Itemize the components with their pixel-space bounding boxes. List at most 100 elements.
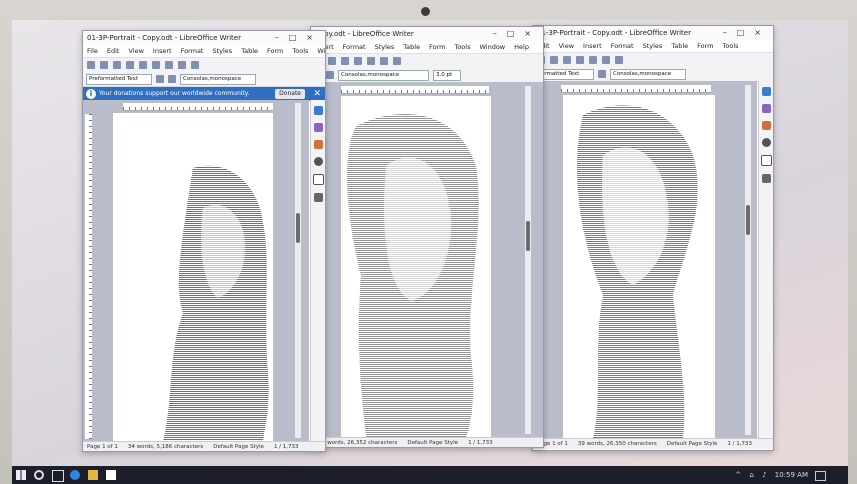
status-page[interactable]: Page 1 of 1 [87,444,118,450]
window-titlebar[interactable]: 01-3P-Portrait - Copy.odt - LibreOffice … [533,26,773,40]
gallery-icon[interactable] [761,121,771,130]
window-titlebar[interactable]: 01-3P-Portrait - Copy.odt - LibreOffice … [83,31,325,45]
menu-tools[interactable]: Tools [292,47,308,55]
print-icon[interactable] [139,61,147,69]
font-name-combo[interactable]: Consolas,monospace [610,68,686,80]
pdf-icon[interactable] [126,61,134,69]
document-page[interactable] [113,113,273,441]
menu-window[interactable]: Window [317,47,325,55]
menu-form[interactable]: Form [267,47,283,55]
file-explorer-icon[interactable] [88,470,98,480]
search-icon[interactable] [34,470,44,480]
status-words[interactable]: 253 words, 26,352 characters [315,440,397,446]
clock[interactable]: 10:59 AM [775,471,808,479]
menu-file[interactable]: File [87,47,98,55]
volume-icon[interactable]: ♪ [762,471,766,479]
print-icon[interactable] [341,57,349,65]
paragraph-style-combo[interactable]: Preformatted Text [86,73,152,85]
menu-edit[interactable]: Edit [107,47,120,55]
print-icon[interactable] [576,56,584,64]
copy-icon[interactable] [602,56,610,64]
writer-window-right[interactable]: 01-3P-Portrait - Copy.odt - LibreOffice … [532,25,774,451]
new-style-icon[interactable] [168,75,176,83]
vertical-scrollbar[interactable] [525,86,531,434]
properties-icon[interactable] [313,106,323,115]
menu-item[interactable]: Format [611,42,634,50]
status-words[interactable]: 34 words, 5,186 characters [128,444,203,450]
pdf-icon[interactable] [328,57,336,65]
window-controls[interactable]: –□× [493,27,541,41]
menu-item[interactable]: Form [429,43,445,51]
copy-icon[interactable] [165,61,173,69]
new-style-icon[interactable] [326,71,334,79]
paste-icon[interactable] [178,61,186,69]
gallery-icon[interactable] [313,140,323,149]
copy-icon[interactable] [367,57,375,65]
menu-item[interactable]: Tools [723,42,739,50]
menu-item[interactable]: View [559,42,574,50]
paste-icon[interactable] [615,56,623,64]
menu-item[interactable]: Tools [454,43,470,51]
font-name-combo[interactable]: Consolas,monospace [338,69,429,81]
page-icon[interactable] [760,155,772,166]
writer-window-left[interactable]: 01-3P-Portrait - Copy.odt - LibreOffice … [82,30,326,452]
document-page[interactable] [341,96,491,437]
style-icon[interactable] [156,75,164,83]
menu-table[interactable]: Table [241,47,258,55]
menu-format[interactable]: Format [181,47,204,55]
menu-item[interactable]: Window [479,43,505,51]
font-name-combo[interactable]: Consolas,monospace [180,73,256,85]
edge-icon[interactable] [70,470,80,480]
manage-changes-icon[interactable] [761,174,771,183]
properties-icon[interactable] [761,87,771,96]
vertical-scrollbar[interactable] [295,103,301,438]
windows-start-icon[interactable] [16,470,26,480]
window-titlebar[interactable]: Copy.odt - LibreOffice Writer –□× [311,27,543,41]
menu-item[interactable]: Table [403,43,420,51]
writer-window-middle[interactable]: Copy.odt - LibreOffice Writer –□× Insert… [310,26,544,448]
cut-icon[interactable] [589,56,597,64]
undo-icon[interactable] [393,57,401,65]
menu-styles[interactable]: Styles [212,47,232,55]
notification-icon[interactable] [815,471,826,481]
paragraph-style-combo[interactable]: formatted Text [536,68,594,80]
network-icon[interactable]: ⌂ [749,471,753,479]
style-icon[interactable] [598,70,606,78]
save-icon[interactable] [113,61,121,69]
cut-icon[interactable] [354,57,362,65]
close-icon[interactable]: ✕ [313,87,321,101]
pdf-icon[interactable] [563,56,571,64]
styles-icon[interactable] [313,123,323,132]
status-page-style[interactable]: Default Page Style [213,444,264,450]
status-words[interactable]: 39 words, 26,350 characters [578,441,657,447]
status-page-style[interactable]: Default Page Style [407,440,458,446]
status-page-style[interactable]: Default Page Style [667,441,718,447]
menu-item[interactable]: Help [514,43,529,51]
menu-item[interactable]: Table [671,42,688,50]
navigator-icon[interactable] [313,157,323,166]
window-controls[interactable]: –□× [275,31,323,45]
vertical-scrollbar[interactable] [745,85,751,435]
writer-icon[interactable] [106,470,116,480]
chevron-up-icon[interactable]: ^ [735,471,741,479]
menu-item[interactable]: Form [697,42,713,50]
new-icon[interactable] [87,61,95,69]
font-size-combo[interactable]: 3.0 pt [433,69,461,81]
menu-insert[interactable]: Insert [153,47,172,55]
undo-icon[interactable] [191,61,199,69]
document-page[interactable] [563,95,715,438]
save-icon[interactable] [550,56,558,64]
task-view-icon[interactable] [52,470,64,482]
page-icon[interactable] [312,174,324,185]
menu-item[interactable]: Styles [643,42,663,50]
manage-changes-icon[interactable] [313,193,323,202]
menu-item[interactable]: Styles [375,43,395,51]
menu-item[interactable]: Insert [583,42,602,50]
menu-item[interactable]: Format [343,43,366,51]
window-controls[interactable]: –□× [723,26,771,40]
cut-icon[interactable] [152,61,160,69]
menu-view[interactable]: View [128,47,143,55]
donate-button[interactable]: Donate [275,89,305,99]
styles-icon[interactable] [761,104,771,113]
open-icon[interactable] [100,61,108,69]
